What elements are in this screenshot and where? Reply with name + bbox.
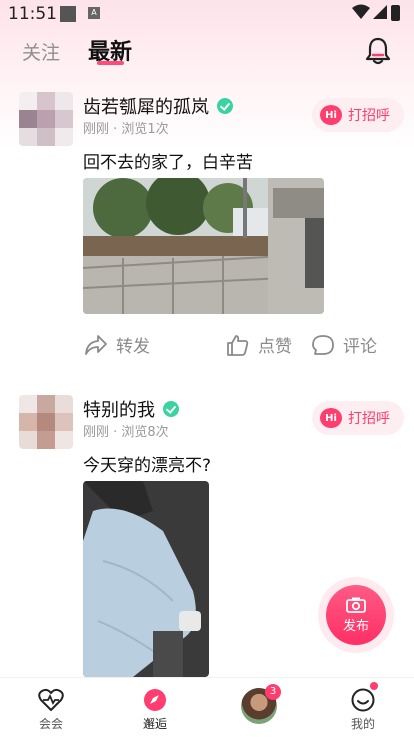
share-button[interactable]: 转发 bbox=[84, 332, 150, 357]
compass-icon bbox=[144, 689, 166, 711]
comment-button[interactable]: 评论 bbox=[311, 332, 377, 357]
like-label: 点赞 bbox=[258, 337, 292, 357]
like-button[interactable]: 点赞 bbox=[226, 332, 292, 357]
post-photo[interactable] bbox=[83, 178, 324, 314]
user-avatar: 3 bbox=[241, 684, 281, 724]
app-notification-icon: A bbox=[88, 7, 100, 19]
hi-icon: Hi bbox=[320, 105, 342, 125]
username-text: 齿若瓠犀的孤岚 bbox=[83, 97, 209, 118]
status-bar: 11:51 A bbox=[0, 0, 414, 28]
greet-button[interactable]: Hi 打招呼 bbox=[312, 401, 404, 435]
post-meta: 刚刚 · 浏览8次 bbox=[83, 425, 169, 440]
heart-pulse-icon bbox=[38, 688, 64, 711]
greet-label: 打招呼 bbox=[348, 411, 390, 427]
share-icon bbox=[85, 334, 107, 355]
comment-label: 评论 bbox=[343, 337, 377, 357]
status-time: 11:51 bbox=[8, 4, 57, 24]
nav-item-huihui[interactable]: 会会 bbox=[16, 678, 86, 737]
nav-item-mine[interactable]: 我的 bbox=[328, 678, 398, 737]
tab-active-indicator bbox=[97, 61, 124, 65]
wifi-icon bbox=[352, 4, 370, 19]
nav-label-huihui: 会会 bbox=[38, 717, 63, 731]
avatar[interactable] bbox=[19, 395, 73, 449]
header: 关注 最新 bbox=[0, 28, 414, 78]
thumbs-up-icon bbox=[227, 334, 249, 356]
post-text: 今天穿的漂亮不? bbox=[83, 456, 212, 476]
nav-item-messages[interactable]: 3 bbox=[224, 678, 294, 737]
battery-icon bbox=[391, 5, 400, 21]
unread-badge: 3 bbox=[265, 684, 281, 700]
username[interactable]: 特别的我 bbox=[83, 396, 179, 422]
post-text: 回不去的家了，白辛苦 bbox=[83, 153, 253, 173]
share-label: 转发 bbox=[116, 337, 150, 357]
nav-label-mine: 我的 bbox=[350, 717, 375, 731]
publish-button[interactable]: 发布 bbox=[326, 585, 386, 645]
nav-label-xiehou: 邂逅 bbox=[142, 717, 167, 731]
hi-icon: Hi bbox=[320, 408, 342, 428]
notification-dot bbox=[370, 682, 378, 690]
notification-icon bbox=[60, 6, 76, 22]
photo-outfit-image bbox=[83, 481, 209, 677]
post-photo[interactable] bbox=[83, 481, 209, 677]
username[interactable]: 齿若瓠犀的孤岚 bbox=[83, 93, 233, 119]
smiley-icon bbox=[351, 688, 375, 712]
nav-item-xiehou[interactable]: 邂逅 bbox=[120, 678, 190, 737]
verified-icon bbox=[217, 98, 233, 114]
publish-label: 发布 bbox=[342, 618, 369, 634]
comment-icon bbox=[312, 334, 334, 355]
post-card: 齿若瓠犀的孤岚 刚刚 · 浏览1次 Hi 打招呼 回不去的家了，白辛苦 转发 点… bbox=[0, 92, 414, 362]
avatar[interactable] bbox=[19, 92, 73, 146]
tab-follow[interactable]: 关注 bbox=[22, 38, 60, 65]
verified-icon bbox=[163, 401, 179, 417]
bell-icon[interactable] bbox=[364, 36, 392, 66]
camera-icon bbox=[346, 597, 366, 613]
username-text: 特别的我 bbox=[83, 400, 155, 421]
bottom-nav: 会会 邂逅 3 我的 bbox=[0, 677, 414, 737]
signal-icon bbox=[373, 5, 387, 19]
post-actions: 转发 点赞 评论 bbox=[0, 332, 414, 362]
post-meta: 刚刚 · 浏览1次 bbox=[83, 122, 169, 137]
greet-label: 打招呼 bbox=[348, 108, 390, 124]
greet-button[interactable]: Hi 打招呼 bbox=[312, 98, 404, 132]
photo-wall-image bbox=[83, 178, 324, 314]
